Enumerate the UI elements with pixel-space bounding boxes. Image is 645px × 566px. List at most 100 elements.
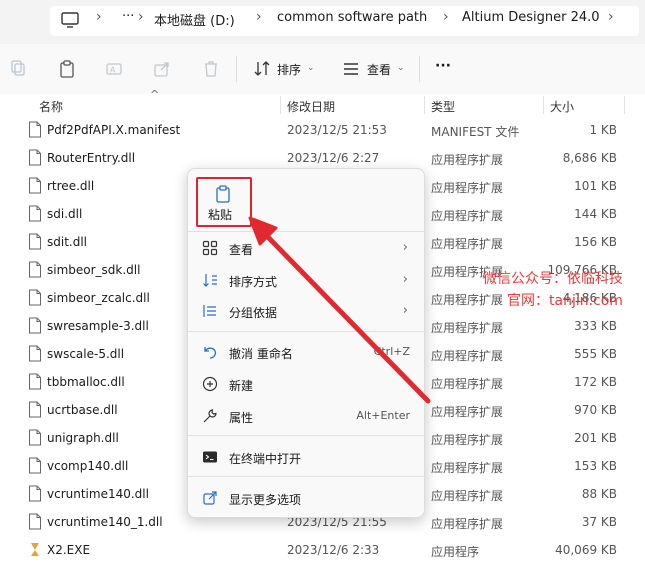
sort-button-label[interactable]: 排序 [277,61,301,78]
file-name: simbeor_sdk.dll [47,263,141,277]
chevron-right-icon: › [443,9,449,25]
file-name: vcomp140.dll [47,459,129,473]
breadcrumb-current[interactable]: Altium Designer 24.0 [462,10,600,25]
file-icon [29,457,41,474]
menu-item-terminal[interactable]: 在终端中打开 [188,443,424,471]
file-size: 970 KB [574,403,617,417]
file-type: 应用程序扩展 [431,433,504,447]
column-divider[interactable] [280,96,281,114]
file-size: 101 KB [574,179,617,193]
column-type-header[interactable]: 类型 [431,98,455,115]
file-name: simbeor_zcalc.dll [47,291,150,305]
file-size: 1 KB [589,123,617,137]
chevron-right-icon: › [256,9,262,25]
grid-icon [202,240,218,256]
watermark-line-1: 微信公众号：依临科技 [483,271,623,287]
file-date: 2023/12/6 2:27 [287,151,380,165]
menu-item-view[interactable]: 查看 › [188,234,424,262]
file-name: RouterEntry.dll [47,151,136,165]
wrench-icon [203,409,217,423]
file-size: 37 KB [581,515,617,529]
column-size-header[interactable]: 大小 [550,98,574,115]
file-icon [29,149,41,166]
file-name: sdi.dll [47,207,83,221]
menu-item-sort[interactable]: 排序方式 › [188,266,424,294]
file-icon [29,121,41,138]
column-divider[interactable] [624,96,625,114]
column-divider[interactable] [424,96,425,114]
column-divider[interactable] [543,96,544,114]
file-icon [29,429,41,446]
file-name: ucrtbase.dll [47,403,118,417]
file-type: 应用程序扩展 [431,461,504,475]
file-name: X2.EXE [47,543,91,557]
column-name-header[interactable]: 名称 [39,98,63,115]
menu-item-new[interactable]: 新建 [188,370,424,398]
chevron-down-icon[interactable]: ⌄ [397,63,405,73]
breadcrumb-folder[interactable]: common software path [277,10,427,25]
share-icon[interactable] [152,59,172,79]
chevron-right-icon[interactable]: › [608,9,614,25]
file-date: 2023/12/5 21:53 [287,123,387,137]
view-button-label[interactable]: 查看 [367,61,391,78]
toolbar-divider [419,56,420,82]
menu-item-label: 属性 [229,411,254,425]
file-name: rtree.dll [47,179,95,193]
file-size: 88 KB [581,487,617,501]
exe-file-icon [31,543,39,556]
menu-item-more-options[interactable]: 显示更多选项 [188,484,424,512]
view-icon[interactable] [341,59,361,79]
column-date-header[interactable]: 修改日期 [287,98,335,115]
file-icon [29,401,41,418]
file-size: 153 KB [574,459,617,473]
chevron-right-icon: › [96,9,102,25]
file-icon [29,261,41,278]
group-icon [203,305,216,317]
menu-item-properties[interactable]: 属性 Alt+Enter [188,402,424,430]
chevron-right-icon: › [402,240,408,255]
file-name: unigraph.dll [47,431,119,445]
paste-icon[interactable] [57,59,77,79]
menu-item-label: 排序方式 [229,275,278,289]
copy-icon[interactable] [9,59,29,79]
sort-icon [203,274,217,287]
more-options-button[interactable]: ··· [435,58,451,74]
menu-shortcut: Alt+Enter [356,409,410,422]
menu-shortcut: Ctrl+Z [373,345,410,358]
menu-item-group[interactable]: 分组依据 › [188,297,424,325]
chevron-down-icon[interactable]: ⌄ [307,63,315,73]
file-type: 应用程序扩展 [431,349,504,363]
file-icon [29,513,41,530]
menu-separator [188,435,424,436]
this-pc-icon[interactable] [60,10,80,30]
file-icon [29,345,41,362]
table-row[interactable]: Pdf2PdfAPI.X.manifest 2023/12/5 21:53 MANI… [0,116,645,144]
rename-icon[interactable]: A [104,59,124,79]
file-icon [29,317,41,334]
paste-button[interactable]: 粘贴 [196,177,252,227]
menu-item-label: 撤消 重命名 [229,347,293,361]
address-bar-area: › ··· › 本地磁盘 (D:) › common software path… [0,0,645,44]
file-type: 应用程序扩展 [431,237,504,251]
file-icon [29,177,41,194]
file-type: MANIFEST 文件 [431,125,520,139]
menu-item-label: 在终端中打开 [229,452,302,466]
breadcrumb-drive[interactable]: 本地磁盘 (D:) [154,10,235,29]
menu-separator [188,331,424,332]
file-name: swscale-5.dll [47,347,125,361]
table-row[interactable]: X2.EXE 2023/12/6 2:33 应用程序 40,069 KB [0,536,645,564]
context-menu: 粘贴 查看 › 排序方式 › 分组依据 › 撤消 重命名 Ctrl+Z 新建 属… [187,168,425,518]
delete-icon[interactable] [201,59,221,79]
file-name: swresample-3.dll [47,319,149,333]
file-size: 156 KB [574,235,617,249]
chevron-right-icon: › [402,303,408,318]
breadcrumb-more[interactable]: ··· [122,9,134,24]
menu-item-label: 显示更多选项 [229,493,302,507]
menu-separator [188,231,424,232]
paste-label: 粘贴 [208,208,233,222]
sort-icon[interactable] [252,59,272,79]
file-icon [29,485,41,502]
file-type: 应用程序扩展 [431,405,504,419]
file-name: vcruntime140_1.dll [47,515,163,529]
menu-item-undo[interactable]: 撤消 重命名 Ctrl+Z [188,338,424,366]
